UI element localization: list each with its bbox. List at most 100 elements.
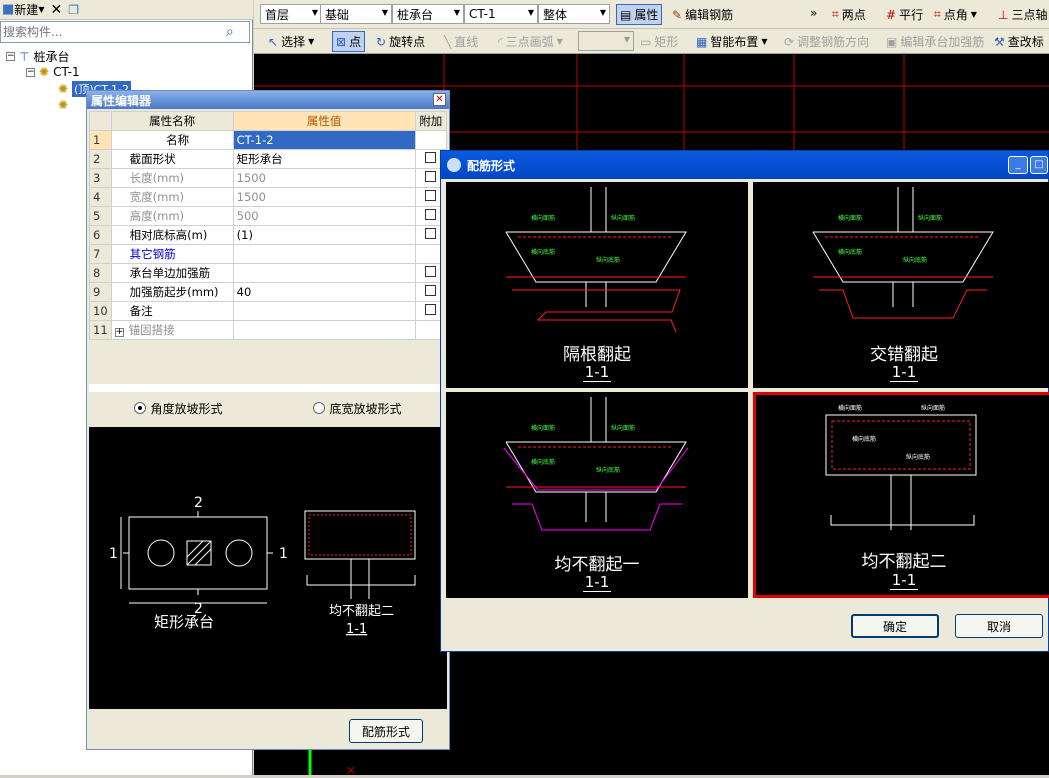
collapse-icon[interactable]: −: [6, 52, 15, 61]
table-row[interactable]: 1 名称 CT-1-2: [89, 130, 448, 150]
radio-unchecked-icon: [313, 402, 326, 414]
property-value[interactable]: [232, 263, 416, 283]
category-select[interactable]: 基础 ▼: [320, 4, 392, 24]
two-points-button[interactable]: ⌗ 两点: [832, 6, 866, 23]
collapse-icon[interactable]: −: [26, 67, 35, 77]
property-value[interactable]: 1500: [232, 187, 416, 207]
attach-checkbox[interactable]: [425, 304, 437, 315]
new-icon: ■: [2, 2, 15, 17]
expand-icon[interactable]: +: [114, 328, 124, 337]
table-row[interactable]: 10 备注: [89, 301, 448, 321]
line-label: 直线: [454, 35, 479, 49]
property-value[interactable]: 40: [232, 282, 416, 302]
search-input[interactable]: [1, 23, 226, 41]
property-name: 名称: [110, 130, 234, 150]
table-row[interactable]: 7 其它钢筋: [89, 244, 448, 264]
table-row[interactable]: 6 相对底标高(m) (1): [89, 225, 448, 245]
adjust-rebar-button[interactable]: ⟳ 调整钢筋方向: [784, 33, 869, 50]
component-select[interactable]: CT-1 ▼: [464, 4, 538, 24]
toolbar-overflow-icon[interactable]: »: [810, 6, 817, 20]
line-button[interactable]: ╲ 直线: [444, 33, 478, 50]
line-icon: ╲: [444, 34, 452, 49]
cancel-button[interactable]: 取消: [955, 614, 1043, 638]
gear-icon: ✺: [58, 82, 69, 96]
type-select[interactable]: 桩承台 ▼: [392, 4, 464, 24]
close-icon[interactable]: ✕: [433, 93, 446, 106]
tree-node-ct1[interactable]: − ✺ CT-1: [26, 65, 80, 79]
arc-combo[interactable]: ▼: [578, 31, 634, 51]
rebar-config-button[interactable]: 配筋形式: [349, 719, 423, 743]
property-editor-window: 属性编辑器 ✕ 属性名称 属性值 附加 1 名称 CT-1-2 2 截面形状 矩…: [86, 90, 450, 750]
table-row[interactable]: 11 + 锚固搭接: [89, 320, 448, 340]
rect-button[interactable]: ▭ 矩形: [640, 33, 678, 50]
maximize-icon[interactable]: □: [1030, 156, 1048, 174]
delete-icon[interactable]: ✕: [50, 2, 62, 18]
tree-node-root[interactable]: − ⊤ 桩承台: [6, 48, 69, 65]
attach-checkbox[interactable]: [425, 190, 437, 201]
mode-select[interactable]: 整体 ▼: [538, 4, 610, 24]
ok-button[interactable]: 确定: [851, 614, 939, 638]
property-value[interactable]: 矩形承台: [232, 149, 416, 169]
diagram-label-top-h: 横向面筋: [838, 214, 862, 222]
property-value[interactable]: 500: [232, 206, 416, 226]
attach-checkbox[interactable]: [425, 171, 437, 182]
properties-label: 属性: [634, 8, 659, 22]
attach-checkbox[interactable]: [425, 228, 437, 239]
property-value[interactable]: CT-1-2: [232, 130, 416, 150]
pile-cap-icon: ⊤: [19, 49, 30, 64]
option-no-lift-two[interactable]: 横向面筋 纵向面筋 横向底筋 纵向底筋 均不翻起二 1-1: [753, 392, 1049, 598]
copy-icon[interactable]: ❐: [68, 3, 79, 17]
preview-canvas: 2 2 1 1 矩形承台 均不翻起二 1-1: [89, 427, 447, 709]
tree-node-leaf2[interactable]: ✺: [58, 98, 68, 112]
row-number: 5: [89, 206, 112, 226]
parallel-button[interactable]: # 平行: [886, 6, 923, 23]
app-icon: [447, 158, 461, 172]
radio-angle[interactable]: 角度放坡形式: [134, 400, 223, 417]
point-button[interactable]: ⊠ 点: [332, 31, 366, 52]
table-row[interactable]: 9 加强筋起步(mm) 40: [89, 282, 448, 302]
new-button[interactable]: ■ 新建 ▼: [2, 1, 44, 18]
attach-checkbox[interactable]: [425, 266, 437, 277]
rotate-point-button[interactable]: ↻ 旋转点: [376, 33, 425, 50]
rebar-config-dialog: 配筋形式 _ □ 横向面筋 纵向面筋 横向底筋 纵向底筋 隔根翻起 1-1 横向…: [440, 150, 1049, 652]
diagram-label-bot-h: 横向底筋: [531, 248, 555, 256]
table-row[interactable]: 3 长度(mm) 1500: [89, 168, 448, 188]
point-angle-button[interactable]: ⌗ 点角 ▼: [934, 6, 977, 23]
property-value[interactable]: [232, 301, 416, 321]
three-point-button[interactable]: ⊥ 三点轴: [998, 6, 1047, 23]
select-button[interactable]: ↖ 选择 ▼: [268, 33, 314, 50]
table-row[interactable]: 8 承台单边加强筋: [89, 263, 448, 283]
rebar-config-titlebar[interactable]: 配筋形式: [441, 151, 1048, 179]
search-icon[interactable]: ⌕: [226, 24, 234, 40]
table-row[interactable]: 2 截面形状 矩形承台: [89, 149, 448, 169]
edit-rebar-button[interactable]: ✎ 编辑钢筋: [672, 6, 733, 23]
attach-checkbox[interactable]: [425, 285, 437, 296]
option-section: 1-1: [889, 363, 919, 382]
rebar-config-title: 配筋形式: [467, 158, 516, 173]
point-angle-label: 点角: [943, 8, 968, 22]
property-value[interactable]: (1): [232, 225, 416, 245]
radio-width[interactable]: 底宽放坡形式: [313, 400, 402, 417]
edit-reinforce-button[interactable]: ▣ 编辑承台加强筋: [886, 33, 984, 50]
property-value[interactable]: 1500: [232, 168, 416, 188]
table-row[interactable]: 5 高度(mm) 500: [89, 206, 448, 226]
property-value[interactable]: [232, 320, 416, 340]
attach-header: 附加: [414, 111, 448, 131]
edit-reinforce-label: 编辑承台加强筋: [900, 35, 985, 49]
table-row[interactable]: 4 宽度(mm) 1500: [89, 187, 448, 207]
properties-button[interactable]: ▤ 属性: [616, 4, 663, 25]
query-button[interactable]: ⚒ 查改标: [994, 33, 1044, 50]
option-staggered-lift[interactable]: 横向面筋 纵向面筋 横向底筋 纵向底筋 交错翻起 1-1: [753, 182, 1049, 388]
section-drawing: 横向面筋 纵向面筋 横向底筋 纵向底筋: [505, 187, 687, 332]
smart-layout-label: 智能布置: [710, 35, 759, 49]
arc-button[interactable]: ◜ 三点画弧 ▼: [498, 33, 563, 50]
property-editor-titlebar[interactable]: 属性编辑器: [87, 91, 449, 109]
floor-select[interactable]: 首层 ▼: [260, 4, 322, 24]
option-alternate-lift[interactable]: 横向面筋 纵向面筋 横向底筋 纵向底筋 隔根翻起 1-1: [446, 182, 748, 388]
smart-layout-button[interactable]: ▦ 智能布置 ▼: [696, 33, 768, 50]
property-value[interactable]: [232, 244, 416, 264]
attach-checkbox[interactable]: [425, 209, 437, 220]
option-no-lift-one[interactable]: 横向面筋 纵向面筋 横向底筋 纵向底筋 均不翻起一 1-1: [446, 392, 748, 598]
attach-checkbox[interactable]: [425, 152, 437, 163]
minimize-icon[interactable]: _: [1008, 156, 1028, 174]
